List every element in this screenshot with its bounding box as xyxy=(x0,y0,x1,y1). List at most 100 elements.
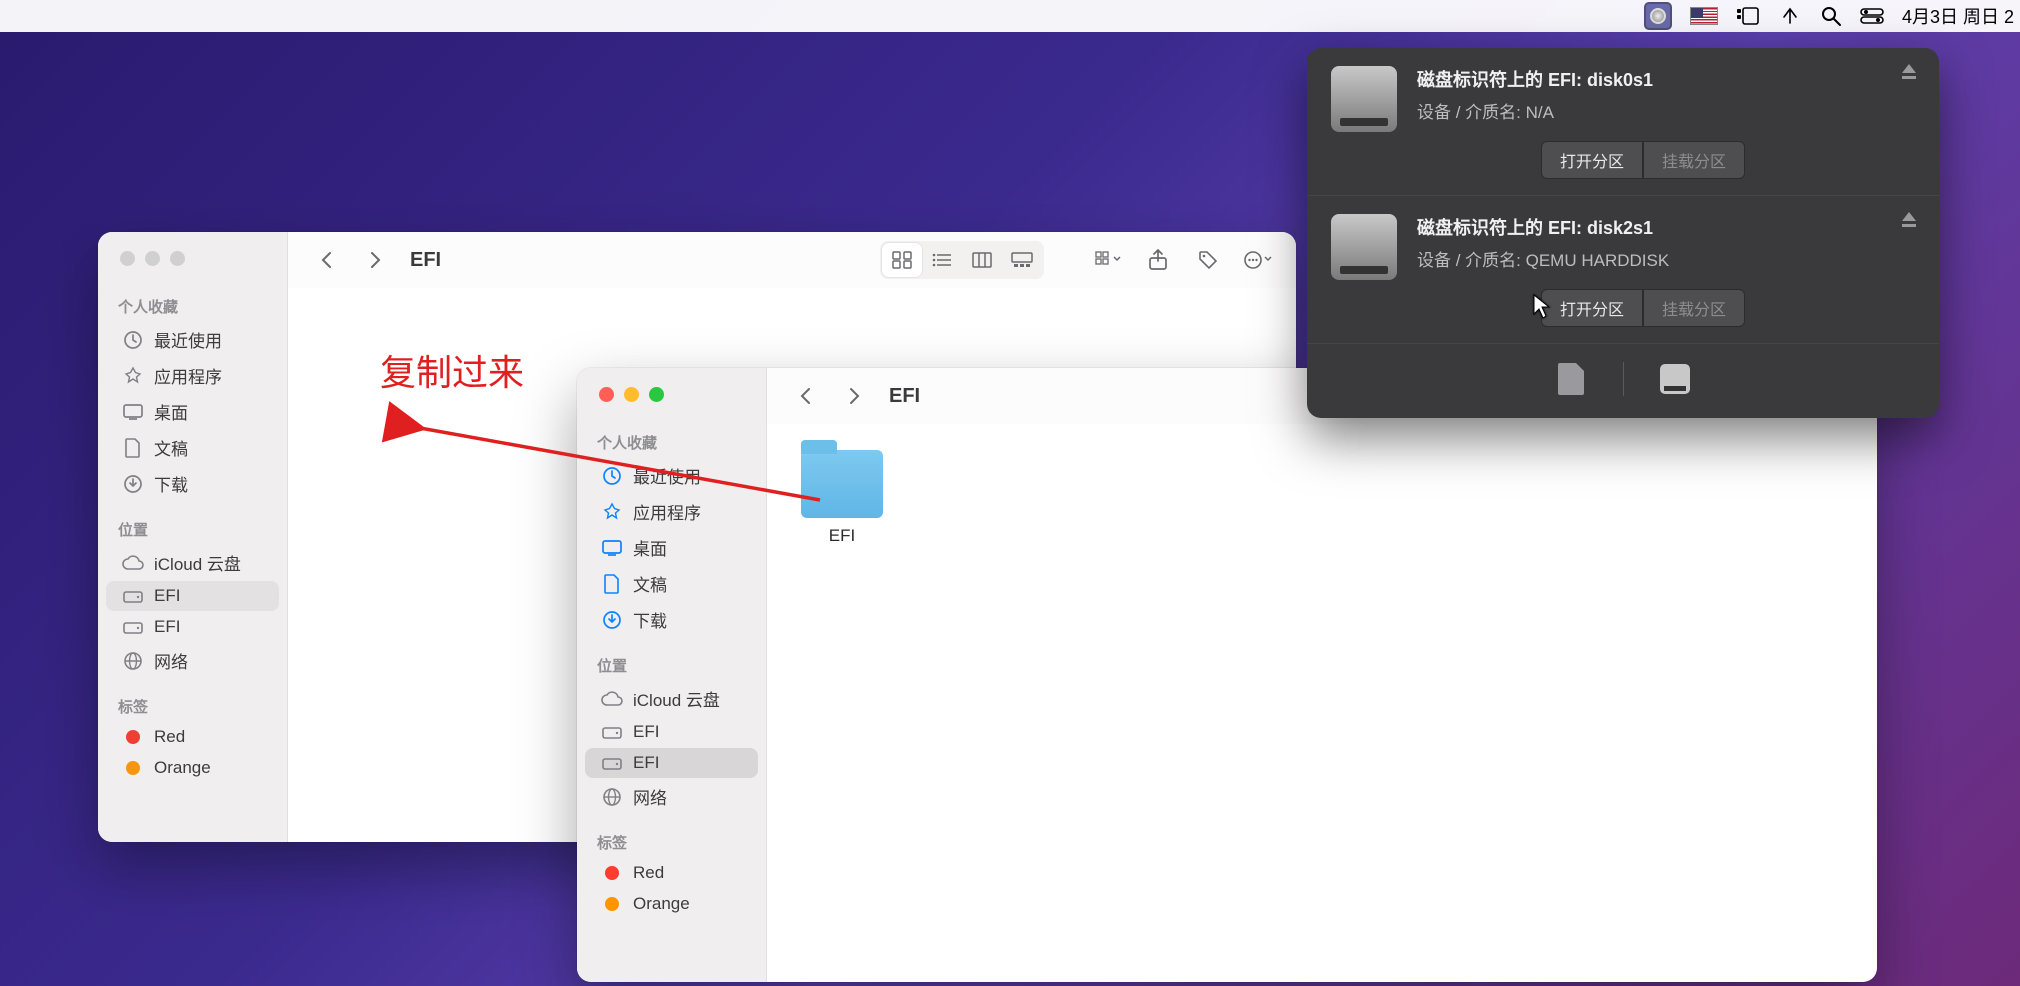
sidebar-1: 个人收藏 最近使用 应用程序 桌面 文稿 下载 位置 iCloud 云盘 EF xyxy=(98,232,288,842)
sidebar-item-label: 应用程序 xyxy=(633,499,701,524)
minimize-button[interactable] xyxy=(145,251,160,266)
input-flag-icon[interactable] xyxy=(1690,7,1718,25)
sidebar-item-recents[interactable]: 最近使用 xyxy=(106,322,279,357)
sidebar-heading-locations: 位置 xyxy=(98,513,287,544)
open-partition-button[interactable]: 打开分区 xyxy=(1541,141,1643,179)
document-icon xyxy=(601,574,623,594)
control-center-icon[interactable] xyxy=(1860,7,1884,25)
sidebar-item-label: 文稿 xyxy=(633,571,667,596)
efi-mounter-popover: 磁盘标识符上的 EFI: disk0s1 设备 / 介质名: N/A 打开分区 … xyxy=(1307,48,1939,418)
popover-entry-title: 磁盘标识符上的 EFI: disk2s1 xyxy=(1417,214,1869,240)
nav-forward-button[interactable] xyxy=(356,243,396,277)
sidebar-item-label: 应用程序 xyxy=(154,363,222,388)
sidebar-item-label: EFI xyxy=(633,722,659,742)
sidebar-item-icloud[interactable]: iCloud 云盘 xyxy=(585,681,758,716)
sidebar-item-label: 最近使用 xyxy=(633,463,701,488)
popover-entry-buttons: 打开分区 挂载分区 xyxy=(1417,141,1869,179)
menubar-datetime[interactable]: 4月3日 周日 2 xyxy=(1902,3,2014,29)
finder2-content[interactable]: EFI xyxy=(767,424,1877,982)
mount-partition-button[interactable]: 挂载分区 xyxy=(1643,141,1745,179)
sidebar-item-efi-1[interactable]: EFI xyxy=(585,717,758,747)
app-icon xyxy=(601,502,623,522)
sidebar-heading-locations: 位置 xyxy=(577,649,766,680)
sidebar-heading-favorites: 个人收藏 xyxy=(98,290,287,321)
sidebar-heading-favorites: 个人收藏 xyxy=(577,426,766,457)
group-by-button[interactable] xyxy=(1088,243,1128,277)
sidebar-item-desktop[interactable]: 桌面 xyxy=(585,530,758,565)
zoom-button[interactable] xyxy=(649,387,664,402)
sidebar-item-efi-1[interactable]: EFI xyxy=(106,581,279,611)
view-gallery-button[interactable] xyxy=(1002,243,1042,277)
footer-document-icon[interactable] xyxy=(1551,358,1593,400)
sidebar-item-icloud[interactable]: iCloud 云盘 xyxy=(106,545,279,580)
document-icon xyxy=(122,438,144,458)
sidebar-item-label: 文稿 xyxy=(154,435,188,460)
sidebar-item-label: 桌面 xyxy=(633,535,667,560)
open-partition-button[interactable]: 打开分区 xyxy=(1541,289,1643,327)
finder1-title: EFI xyxy=(410,249,441,272)
sidebar-item-label: 网络 xyxy=(633,784,667,809)
finder1-toolbar: EFI xyxy=(288,232,1296,288)
desktop-icon xyxy=(122,404,144,420)
sidebar-tag-orange[interactable]: Orange xyxy=(106,753,279,783)
footer-disk-icon[interactable] xyxy=(1654,358,1696,400)
sidebar-item-label: iCloud 云盘 xyxy=(633,686,720,711)
zoom-button[interactable] xyxy=(170,251,185,266)
folder-item-efi[interactable]: EFI xyxy=(797,450,887,546)
sidebar-item-applications[interactable]: 应用程序 xyxy=(106,358,279,393)
disk-icon xyxy=(122,619,144,635)
popover-entry-1: 磁盘标识符上的 EFI: disk2s1 设备 / 介质名: QEMU HARD… xyxy=(1307,196,1939,344)
eject-icon[interactable] xyxy=(1899,62,1919,87)
tag-button[interactable] xyxy=(1188,243,1228,277)
close-button[interactable] xyxy=(120,251,135,266)
view-icons-button[interactable] xyxy=(882,243,922,277)
sidebar-tag-red[interactable]: Red xyxy=(106,722,279,752)
sidebar-tag-orange[interactable]: Orange xyxy=(585,889,758,919)
sidebar-item-efi-2[interactable]: EFI xyxy=(106,612,279,642)
sidebar-item-network[interactable]: 网络 xyxy=(106,643,279,678)
sidebar-item-documents[interactable]: 文稿 xyxy=(585,566,758,601)
spotlight-icon[interactable] xyxy=(1820,5,1842,27)
sidebar-item-label: EFI xyxy=(154,617,180,637)
sidebar-item-downloads[interactable]: 下载 xyxy=(106,466,279,501)
globe-icon xyxy=(122,651,144,671)
sidebar-tag-red[interactable]: Red xyxy=(585,858,758,888)
popover-entry-0: 磁盘标识符上的 EFI: disk0s1 设备 / 介质名: N/A 打开分区 … xyxy=(1307,48,1939,196)
sidebar-2: 个人收藏 最近使用 应用程序 桌面 文稿 下载 位置 iCloud 云盘 EF xyxy=(577,368,767,982)
menubar-app-icon[interactable] xyxy=(1644,2,1672,30)
close-button[interactable] xyxy=(599,387,614,402)
harddisk-icon xyxy=(1331,214,1397,280)
sidebar-item-label: 桌面 xyxy=(154,399,188,424)
sidebar-item-desktop[interactable]: 桌面 xyxy=(106,394,279,429)
sidebar-item-label: 下载 xyxy=(154,471,188,496)
sidebar-item-applications[interactable]: 应用程序 xyxy=(585,494,758,529)
popover-footer xyxy=(1307,344,1939,418)
eject-icon[interactable] xyxy=(1899,210,1919,235)
stage-manager-icon[interactable] xyxy=(1736,6,1760,26)
menubar: 4月3日 周日 2 xyxy=(0,0,2020,32)
nav-back-button[interactable] xyxy=(785,379,825,413)
tag-dot-icon xyxy=(122,730,144,744)
disk-icon xyxy=(601,724,623,740)
finder-window-2: 个人收藏 最近使用 应用程序 桌面 文稿 下载 位置 iCloud 云盘 EF xyxy=(577,368,1877,982)
sidebar-item-label: Red xyxy=(154,727,185,747)
sidebar-item-network[interactable]: 网络 xyxy=(585,779,758,814)
sidebar-item-documents[interactable]: 文稿 xyxy=(106,430,279,465)
sidebar-item-recents[interactable]: 最近使用 xyxy=(585,458,758,493)
tag-dot-icon xyxy=(601,866,623,880)
share-button[interactable] xyxy=(1138,243,1178,277)
nav-back-button[interactable] xyxy=(306,243,346,277)
view-list-button[interactable] xyxy=(922,243,962,277)
minimize-button[interactable] xyxy=(624,387,639,402)
traffic-lights-1 xyxy=(120,251,185,266)
popover-entry-buttons: 打开分区 挂载分区 xyxy=(1417,289,1869,327)
sidebar-item-efi-2[interactable]: EFI xyxy=(585,748,758,778)
annotation-copy-label: 复制过来 xyxy=(380,344,524,396)
nav-forward-button[interactable] xyxy=(835,379,875,413)
action-menu-button[interactable] xyxy=(1238,243,1278,277)
wifi-off-icon[interactable] xyxy=(1778,6,1802,26)
mount-partition-button[interactable]: 挂载分区 xyxy=(1643,289,1745,327)
view-columns-button[interactable] xyxy=(962,243,1002,277)
sidebar-heading-tags: 标签 xyxy=(577,826,766,857)
sidebar-item-downloads[interactable]: 下载 xyxy=(585,602,758,637)
